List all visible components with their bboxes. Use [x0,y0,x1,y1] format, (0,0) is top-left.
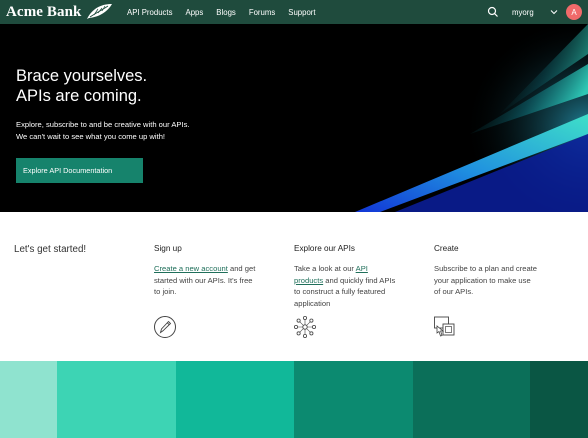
decorative-color-band [0,361,588,438]
signup-text-line: to join. [154,287,177,296]
create-account-link[interactable]: Create a new account [154,264,228,273]
top-navbar: Acme Bank API Products Apps Blogs Forums… [0,0,588,24]
nav-support[interactable]: Support [288,8,315,17]
create-text-line: of our APIs. [434,287,474,296]
explore-text-segment: Take a look at our [294,264,356,273]
hero-description-line: Explore, subscribe to and be creative wi… [16,120,190,129]
nav-apps[interactable]: Apps [186,8,204,17]
nav-api-products[interactable]: API Products [127,8,173,17]
explore-column: Explore our APIs Take a look at our API … [294,244,414,309]
signup-text: Create a new account and get started wit… [154,263,274,298]
nav-forums[interactable]: Forums [249,8,275,17]
touch-app-icon [434,316,455,337]
create-text: Subscribe to a plan and create your appl… [434,263,554,298]
avatar[interactable]: A [566,4,582,20]
hero-title-line: APIs are coming. [16,87,142,105]
color-swatch [530,361,588,438]
get-started-heading: Let's get started! [14,244,87,255]
chevron-down-icon[interactable] [550,8,558,16]
explore-text-line: to construct a fully featured [294,287,386,296]
create-column: Create Subscribe to a plan and create yo… [434,244,554,298]
create-title: Create [434,244,459,253]
search-icon[interactable] [487,6,499,18]
signup-title: Sign up [154,244,182,253]
api-products-link[interactable]: API [356,264,368,273]
explore-text-line: application [294,298,331,308]
org-selector[interactable]: myorg [512,0,534,24]
signup-text-line: started with our APIs. It's free [154,275,253,285]
explore-text-segment: and quickly find APIs [323,275,396,285]
hero-description: Explore, subscribe to and be creative wi… [16,119,276,143]
hero-title-line: Brace yourselves. [16,67,148,85]
brand-name: Acme Bank [6,3,82,20]
primary-nav: API Products Apps Blogs Forums Support [127,0,329,24]
hero-title: Brace yourselves. APIs are coming. [16,66,316,106]
explore-text: Take a look at our API products and quic… [294,263,414,309]
pencil-circle-icon [154,316,176,338]
network-icon [293,315,316,338]
color-swatch [413,361,530,438]
color-swatch [176,361,294,438]
color-swatch [57,361,176,438]
color-swatch [294,361,413,438]
hero-banner: Brace yourselves. APIs are coming. Explo… [0,24,588,212]
create-text-line: your application to make use [434,275,531,285]
color-swatch [0,361,57,438]
api-products-link[interactable]: products [294,276,323,285]
hero-light-beam-graphic [355,24,588,212]
nav-blogs[interactable]: Blogs [216,8,236,17]
explore-title: Explore our APIs [294,244,355,253]
leaf-logo-icon [87,4,113,19]
signup-text-segment: and get [227,264,256,273]
create-text-line: Subscribe to a plan and create [434,264,538,273]
hero-description-line: We can't wait to see what you come up wi… [16,132,166,141]
signup-column: Sign up Create a new account and get sta… [154,244,274,298]
explore-api-docs-button[interactable]: Explore API Documentation [16,158,143,183]
brand-home-link[interactable]: Acme Bank [6,2,113,22]
